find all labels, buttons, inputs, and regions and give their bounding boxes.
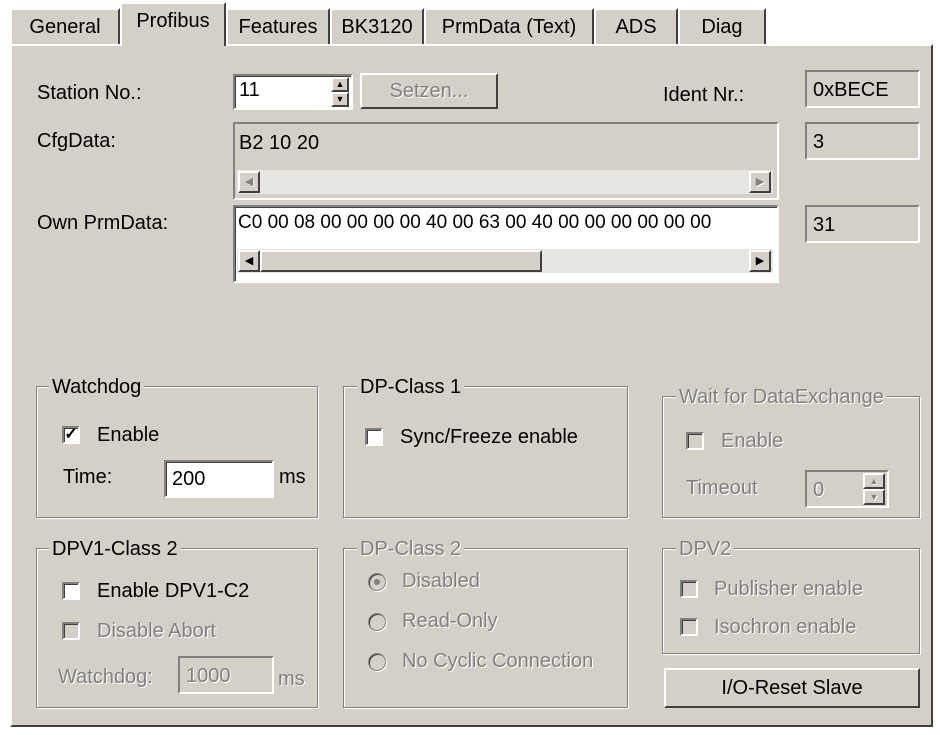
station-spinbox[interactable]: 11 ▲ ▼ <box>233 74 353 110</box>
watchdog-group <box>36 386 318 518</box>
station-value: 11 <box>239 79 260 101</box>
tab-label: PrmData (Text) <box>441 16 577 38</box>
tab-label: BK3120 <box>341 16 413 38</box>
enable-dpv1-c2-checkbox[interactable] <box>62 582 80 600</box>
station-label: Station No.: <box>37 82 142 104</box>
cfgdata-count: 3 <box>805 122 920 160</box>
isochron-enable-checkbox[interactable] <box>680 618 698 636</box>
tab-label: Profibus <box>136 10 210 32</box>
dp-class2-disabled-label: Disabled <box>402 570 480 592</box>
tab-label: ADS <box>615 16 657 38</box>
dpv2-title: DPV2 <box>676 538 735 561</box>
prmdata-label: Own PrmData: <box>37 212 169 234</box>
ident-label: Ident Nr.: <box>663 84 745 106</box>
tab-ads[interactable]: ADS <box>594 8 678 44</box>
isochron-enable-label: Isochron enable <box>714 616 857 638</box>
watchdog-enable-label: Enable <box>97 424 160 446</box>
prmdata-count: 31 <box>805 205 920 243</box>
wait-enable-checkbox[interactable] <box>686 432 704 450</box>
cfgdata-field: B2 10 20 ◀ ▶ <box>233 122 779 200</box>
watchdog-time-value: 200 <box>172 468 206 490</box>
spin-down-icon[interactable]: ▼ <box>863 489 885 505</box>
timeout-value: 0 <box>813 479 825 501</box>
dpv1-watchdog-unit: ms <box>278 668 305 690</box>
watchdog-enable-checkbox[interactable]: ✓ <box>62 426 80 444</box>
timeout-spinbox[interactable]: 0 ▲ ▼ <box>805 470 889 508</box>
watchdog-time-input[interactable]: 200 <box>164 460 274 498</box>
publisher-enable-label: Publisher enable <box>714 578 863 600</box>
enable-dpv1-c2-label: Enable DPV1-C2 <box>97 580 250 602</box>
scroll-left-icon[interactable]: ◀ <box>238 171 260 193</box>
disable-abort-checkbox[interactable] <box>62 622 80 640</box>
cfgdata-scrollbar[interactable] <box>237 170 773 194</box>
setzen-button[interactable]: Setzen... <box>360 73 498 109</box>
scroll-right-icon[interactable]: ▶ <box>749 171 771 193</box>
cfgdata-label: CfgData: <box>37 130 116 152</box>
dp-class2-readonly-label: Read-Only <box>402 610 498 632</box>
sync-freeze-checkbox[interactable] <box>365 428 383 446</box>
io-reset-slave-button[interactable]: I/O-Reset Slave <box>664 668 920 708</box>
tab-general[interactable]: General <box>10 8 120 44</box>
scroll-thumb[interactable] <box>260 250 542 272</box>
tab-features[interactable]: Features <box>226 8 330 44</box>
dp-class1-title: DP-Class 1 <box>357 376 465 399</box>
tab-diag[interactable]: Diag <box>678 8 766 44</box>
tab-bk3120[interactable]: BK3120 <box>330 8 424 44</box>
ident-value: 0xBECE <box>805 70 920 108</box>
scroll-left-icon[interactable]: ◀ <box>238 250 260 272</box>
tab-label: General <box>29 16 101 38</box>
disable-abort-label: Disable Abort <box>97 620 216 642</box>
watchdog-title: Watchdog <box>49 376 145 399</box>
dp-class2-nocyclic-radio[interactable] <box>368 653 386 671</box>
spin-down-icon[interactable]: ▼ <box>331 92 349 107</box>
prmdata-value: C0 00 08 00 00 00 00 40 00 63 00 40 00 0… <box>238 212 712 233</box>
dpv1-watchdog-label: Watchdog: <box>58 666 153 688</box>
scroll-right-icon[interactable]: ▶ <box>749 250 771 272</box>
dpv1-watchdog-input[interactable]: 1000 <box>178 656 274 694</box>
timeout-label: Timeout <box>686 477 758 499</box>
wait-dataexchange-title: Wait for DataExchange <box>676 386 887 409</box>
watchdog-time-label: Time: <box>63 466 113 488</box>
prmdata-field[interactable]: C0 00 08 00 00 00 00 40 00 63 00 40 00 0… <box>233 205 779 283</box>
tab-prmdata-text[interactable]: PrmData (Text) <box>424 8 594 44</box>
publisher-enable-checkbox[interactable] <box>680 580 698 598</box>
spin-up-icon[interactable]: ▲ <box>331 77 349 92</box>
sync-freeze-label: Sync/Freeze enable <box>400 426 578 448</box>
dp-class2-nocyclic-label: No Cyclic Connection <box>402 650 594 672</box>
dpv1-class2-title: DPV1-Class 2 <box>49 538 181 561</box>
spin-up-icon[interactable]: ▲ <box>863 473 885 489</box>
tab-label: Diag <box>701 16 743 38</box>
dp-class2-readonly-radio[interactable] <box>368 613 386 631</box>
dp-class2-disabled-radio[interactable] <box>368 573 386 591</box>
wait-enable-label: Enable <box>721 430 784 452</box>
tab-label: Features <box>238 16 318 38</box>
dp-class1-group <box>343 386 628 518</box>
dp-class2-title: DP-Class 2 <box>357 538 465 561</box>
watchdog-unit: ms <box>279 466 306 488</box>
tab-profibus[interactable]: Profibus <box>120 2 226 46</box>
cfgdata-value: B2 10 20 <box>239 132 320 154</box>
